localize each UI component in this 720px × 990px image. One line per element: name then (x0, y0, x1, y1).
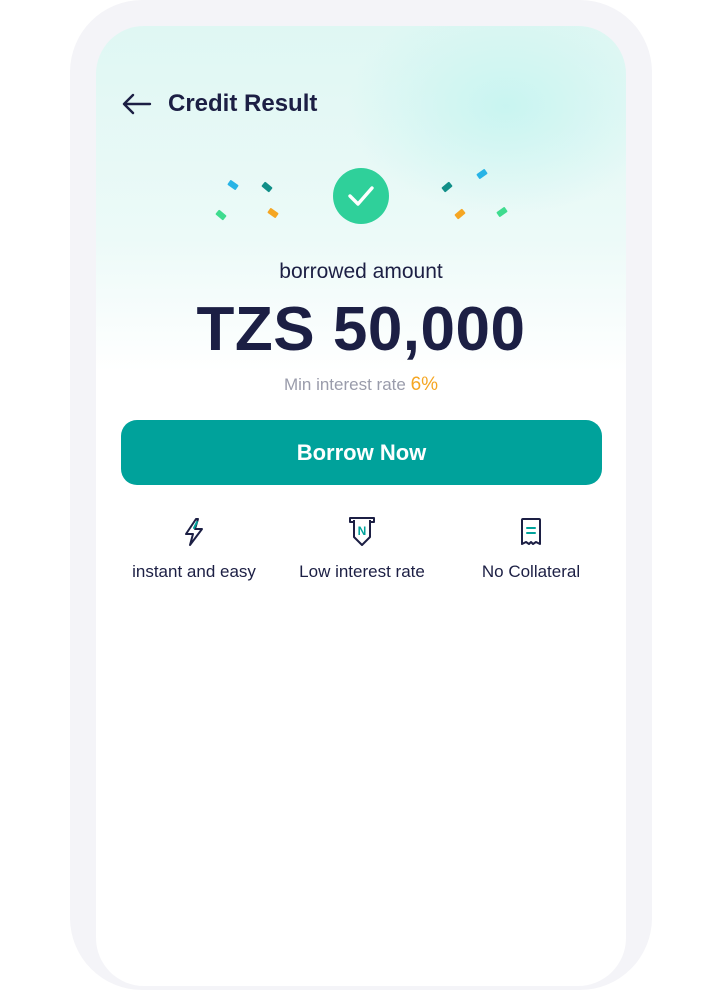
borrow-now-button[interactable]: Borrow Now (121, 420, 602, 485)
back-button[interactable] (122, 89, 152, 119)
confetti-piece (215, 209, 227, 221)
amount-label: borrowed amount (279, 260, 443, 283)
confetti-piece (454, 208, 466, 220)
celebration-graphic (96, 156, 626, 236)
interest-rate-label: Min interest rate (283, 375, 406, 394)
feature-low-rate: N Low interest rate (277, 516, 447, 582)
header: Credit Result (122, 84, 317, 124)
amount-value: TZS 50,000 (196, 295, 526, 364)
low-rate-icon: N (277, 516, 447, 548)
check-circle-icon (333, 168, 389, 224)
feature-instant: instant and easy (109, 516, 279, 582)
confetti-piece (496, 206, 508, 218)
screen: Credit Result borrowed amount TZS 50,000… (96, 26, 626, 986)
confetti-piece (227, 179, 239, 191)
feature-label: Low interest rate (299, 562, 425, 581)
interest-rate-line: Min interest rate 6% (96, 374, 626, 396)
receipt-icon (446, 516, 616, 548)
feature-label: No Collateral (481, 562, 581, 581)
page-title: Credit Result (168, 90, 318, 117)
features-row: instant and easy N Low interest rate No … (96, 516, 626, 596)
arrow-left-icon (122, 93, 152, 115)
interest-rate-value: 6% (410, 374, 439, 395)
confetti-piece (261, 181, 273, 193)
feature-label: instant and easy (132, 562, 256, 581)
confetti-piece (441, 181, 453, 193)
svg-text:N: N (358, 524, 367, 538)
confetti-piece (267, 207, 279, 219)
feature-no-collateral: No Collateral (446, 516, 616, 582)
confetti-piece (476, 168, 488, 180)
lightning-icon (109, 516, 279, 548)
